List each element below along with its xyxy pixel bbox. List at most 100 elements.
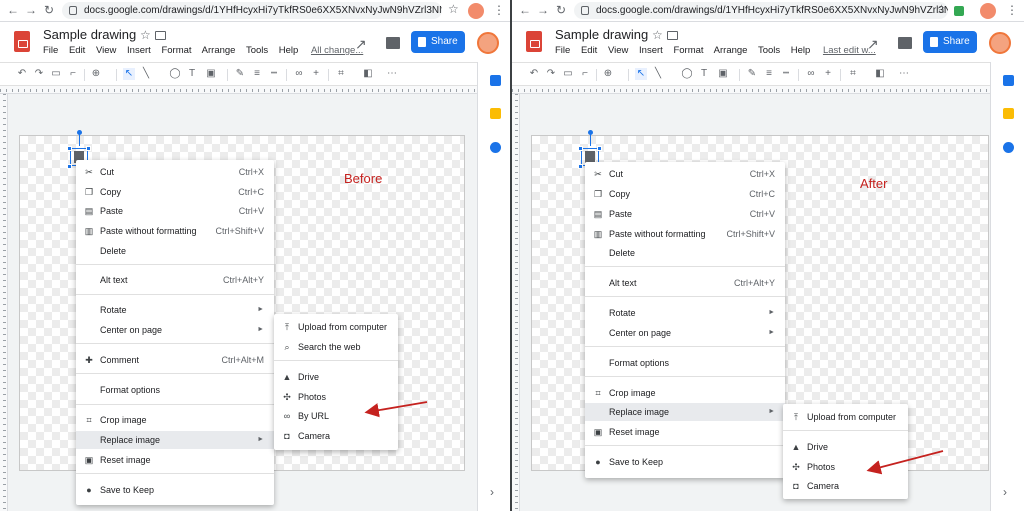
address-bar[interactable]: docs.google.com/drawings/d/1YHfHcyxHi7yT… (62, 2, 442, 19)
line-icon[interactable]: ╲ (140, 68, 152, 80)
menu-item-reset-image[interactable]: ▣ Reset image (76, 451, 274, 469)
menu-item-paste-plain[interactable]: ▥ Paste without formatting Ctrl+Shift+V (585, 225, 785, 243)
browser-menu-icon[interactable]: ⋮ (493, 3, 505, 17)
print-icon[interactable]: ▭ (50, 68, 62, 80)
profile-icon[interactable] (468, 3, 484, 19)
image-icon[interactable]: ▣ (205, 68, 217, 80)
comments-icon[interactable] (898, 37, 912, 49)
paint-format-icon[interactable]: ⌐ (579, 68, 591, 80)
submenu-item-camera[interactable]: ◘ Camera (274, 427, 398, 445)
menu-insert[interactable]: Insert (639, 45, 663, 56)
redo-icon[interactable]: ↷ (545, 68, 557, 80)
move-folder-icon[interactable] (667, 31, 678, 40)
forward-icon[interactable]: → (24, 3, 38, 17)
menu-item-cut[interactable]: ✂ Cut Ctrl+X (76, 163, 274, 181)
rotate-handle[interactable] (77, 130, 82, 135)
profile-icon[interactable] (980, 3, 996, 19)
resize-handle[interactable] (67, 164, 72, 169)
menu-item-replace-image[interactable]: Replace image ► (585, 403, 785, 421)
resize-handle[interactable] (67, 146, 72, 151)
expand-panel-icon[interactable]: › (1003, 485, 1007, 499)
undo-icon[interactable]: ↶ (16, 68, 28, 80)
star-icon[interactable]: ☆ (652, 28, 663, 42)
submenu-item-photos[interactable]: ✣ Photos (274, 388, 398, 406)
image-options-icon[interactable]: ◧ (362, 68, 374, 80)
paint-format-icon[interactable]: ⌐ (67, 68, 79, 80)
menu-arrange[interactable]: Arrange (714, 45, 748, 56)
redo-icon[interactable]: ↷ (33, 68, 45, 80)
menu-item-delete[interactable]: Delete (585, 244, 785, 262)
browser-menu-icon[interactable]: ⋮ (1006, 3, 1018, 17)
menu-item-paste-plain[interactable]: ▥ Paste without formatting Ctrl+Shift+V (76, 222, 274, 240)
menu-edit[interactable]: Edit (581, 45, 597, 56)
expand-panel-icon[interactable]: › (490, 485, 494, 499)
menu-format[interactable]: Format (161, 45, 191, 56)
tasks-icon[interactable] (490, 142, 501, 153)
submenu-item-drive[interactable]: ▲ Drive (783, 438, 908, 456)
menu-file[interactable]: File (555, 45, 570, 56)
menu-view[interactable]: View (96, 45, 116, 56)
menu-item-center-on-page[interactable]: Center on page ► (76, 321, 274, 339)
resize-handle[interactable] (86, 146, 91, 151)
menu-item-reset-image[interactable]: ▣ Reset image (585, 423, 785, 441)
submenu-item-drive[interactable]: ▲ Drive (274, 368, 398, 386)
image-options-icon[interactable]: ◧ (874, 68, 886, 80)
document-title[interactable]: Sample drawing (43, 27, 136, 42)
menu-item-replace-image[interactable]: Replace image ► (76, 431, 274, 449)
more-icon[interactable]: ⋯ (386, 68, 398, 80)
submenu-item-upload[interactable]: ⤒ Upload from computer (274, 318, 398, 336)
menu-item-copy[interactable]: ❐ Copy Ctrl+C (585, 185, 785, 203)
shape-icon[interactable]: ◯ (169, 68, 181, 80)
textbox-icon[interactable]: T (186, 68, 198, 80)
menu-item-format-options[interactable]: Format options (76, 381, 274, 399)
add-comment-icon[interactable]: + (822, 68, 834, 80)
zoom-icon[interactable]: ⊕ (90, 68, 102, 80)
resize-handle[interactable] (578, 146, 583, 151)
shape-icon[interactable]: ◯ (681, 68, 693, 80)
line-icon[interactable]: ╲ (652, 68, 664, 80)
image-icon[interactable]: ▣ (717, 68, 729, 80)
line-dash-icon[interactable]: ┅ (268, 68, 280, 80)
textbox-icon[interactable]: T (698, 68, 710, 80)
back-icon[interactable]: ← (518, 3, 532, 17)
document-title[interactable]: Sample drawing (555, 27, 648, 42)
menu-help[interactable]: Help (279, 45, 299, 56)
menu-arrange[interactable]: Arrange (202, 45, 236, 56)
star-icon[interactable]: ☆ (140, 28, 151, 42)
menu-item-save-to-keep[interactable]: ● Save to Keep (76, 481, 274, 499)
user-avatar[interactable] (477, 32, 499, 54)
calendar-icon[interactable] (1003, 75, 1014, 86)
more-icon[interactable]: ⋯ (898, 68, 910, 80)
menu-format[interactable]: Format (673, 45, 703, 56)
menu-item-rotate[interactable]: Rotate ► (585, 304, 785, 322)
resize-handle[interactable] (597, 146, 602, 151)
select-icon[interactable]: ↖ (635, 68, 647, 80)
activity-icon[interactable]: ↗ (867, 36, 879, 53)
crop-icon[interactable]: ⌗ (335, 68, 347, 80)
keep-icon[interactable] (1003, 108, 1014, 119)
back-icon[interactable]: ← (6, 3, 20, 17)
move-folder-icon[interactable] (155, 31, 166, 40)
menu-item-paste[interactable]: ▤ Paste Ctrl+V (585, 205, 785, 223)
menu-edit[interactable]: Edit (69, 45, 85, 56)
activity-icon[interactable]: ↗ (355, 36, 367, 53)
menu-item-rotate[interactable]: Rotate ► (76, 301, 274, 319)
submenu-item-by-url[interactable]: ∞ By URL (274, 407, 398, 425)
menu-tools[interactable]: Tools (246, 45, 268, 56)
rotate-handle[interactable] (588, 130, 593, 135)
select-icon[interactable]: ↖ (123, 68, 135, 80)
menu-item-crop-image[interactable]: ⌗ Crop image (585, 384, 785, 402)
forward-icon[interactable]: → (536, 3, 550, 17)
line-weight-icon[interactable]: ≡ (763, 68, 775, 80)
drawings-logo-icon[interactable] (526, 31, 542, 52)
menu-item-paste[interactable]: ▤ Paste Ctrl+V (76, 202, 274, 220)
undo-icon[interactable]: ↶ (528, 68, 540, 80)
extension-icon[interactable] (954, 6, 964, 16)
menu-item-cut[interactable]: ✂ Cut Ctrl+X (585, 165, 785, 183)
pen-icon[interactable]: ✎ (746, 68, 758, 80)
submenu-item-upload[interactable]: ⤒ Upload from computer (783, 408, 908, 426)
menu-item-alt-text[interactable]: Alt text Ctrl+Alt+Y (76, 271, 274, 289)
calendar-icon[interactable] (490, 75, 501, 86)
print-icon[interactable]: ▭ (562, 68, 574, 80)
keep-icon[interactable] (490, 108, 501, 119)
